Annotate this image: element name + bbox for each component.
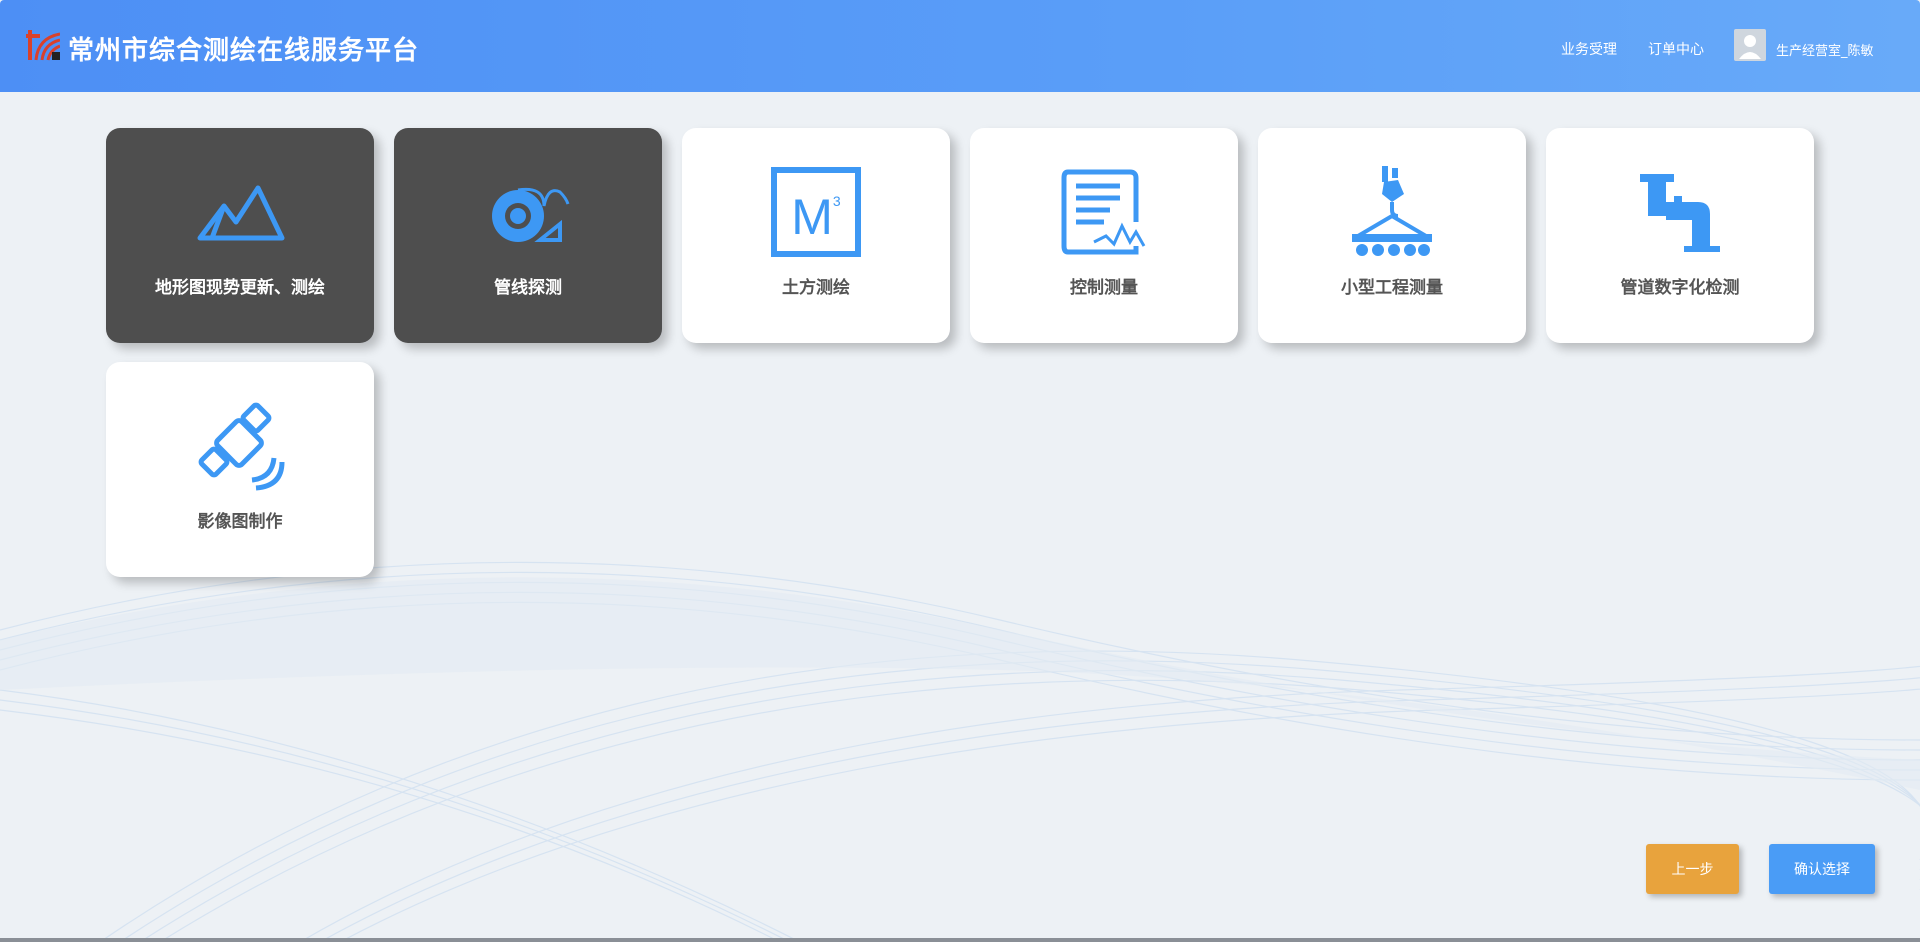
service-card-pipe-digital-inspection[interactable]: 管道数字化检测 <box>1546 128 1814 343</box>
cubic-meter-text: M3 <box>682 188 950 246</box>
service-card-control-survey[interactable]: 控制测量 <box>970 128 1238 343</box>
nav-business-acceptance[interactable]: 业务受理 <box>1561 39 1617 59</box>
bottom-strip <box>0 938 1920 942</box>
avatar[interactable] <box>1734 29 1766 61</box>
mountain-icon <box>197 185 285 241</box>
background-waves <box>0 561 1920 942</box>
pipe-detector-icon <box>492 187 570 242</box>
cubic-meter-sup: 3 <box>832 193 841 209</box>
service-card-earthwork[interactable]: M3 土方测绘 <box>682 128 950 343</box>
service-label: 管道数字化检测 <box>1620 278 1740 298</box>
service-label: 管线探测 <box>494 278 562 298</box>
service-card-small-engineering[interactable]: 小型工程测量 <box>1258 128 1526 343</box>
nav-order-center[interactable]: 订单中心 <box>1648 39 1704 59</box>
pipe-icon <box>1640 174 1720 252</box>
satellite-icon <box>198 402 285 491</box>
service-label: 土方测绘 <box>782 278 850 298</box>
user-icon <box>1739 35 1761 59</box>
previous-step-button[interactable]: 上一步 <box>1646 844 1739 894</box>
user-name[interactable]: 生产经营室_陈敏 <box>1776 40 1874 59</box>
service-label: 影像图制作 <box>197 512 283 532</box>
confirm-selection-button[interactable]: 确认选择 <box>1769 844 1875 894</box>
service-card-pipeline-detection[interactable]: 管线探测 <box>394 128 662 343</box>
service-card-image-map[interactable]: 影像图制作 <box>106 362 374 577</box>
platform-title: 常州市综合测绘在线服务平台 <box>68 36 420 66</box>
cubic-meter-m: M <box>791 189 833 245</box>
crane-hook-icon <box>1352 166 1432 256</box>
service-label: 小型工程测量 <box>1341 278 1443 298</box>
top-header: 常州市综合测绘在线服务平台 业务受理 订单中心 生产经营室_陈敏 <box>0 0 1920 92</box>
document-signal-icon <box>1061 169 1146 255</box>
service-card-topographic[interactable]: 地形图现势更新、测绘 <box>106 128 374 343</box>
service-label: 地形图现势更新、测绘 <box>155 278 325 298</box>
logo-icon <box>26 30 60 61</box>
service-label: 控制测量 <box>1070 278 1138 298</box>
